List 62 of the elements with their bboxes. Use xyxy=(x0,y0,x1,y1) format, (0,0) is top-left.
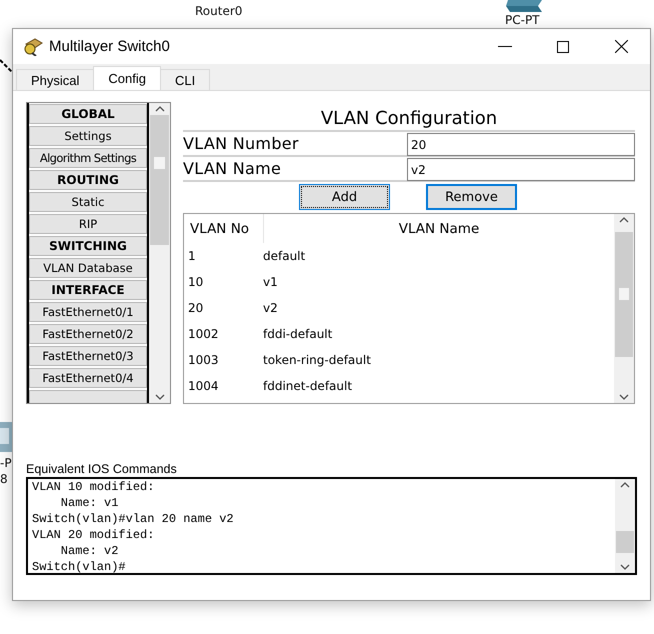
scrollbar-thumb[interactable] xyxy=(150,115,169,245)
table-cell-text: fddi-default xyxy=(263,327,334,341)
sidebar-item[interactable]: FastEthernet0/4 xyxy=(29,368,147,388)
table-cell-text: 20 xyxy=(187,301,204,315)
output-line: Switch(vlan)#vlan 20 name v2 xyxy=(32,511,235,527)
action-button[interactable]: Add xyxy=(299,184,390,210)
table-cell-text: 1 xyxy=(187,249,197,263)
device-label: 8 xyxy=(0,472,8,486)
window-title: Multilayer Switch0 xyxy=(49,38,171,55)
device-label: PC-PT xyxy=(505,13,540,27)
sidebar-item[interactable]: Algorithm Settings xyxy=(29,148,147,168)
column-header[interactable]: VLAN Name xyxy=(264,214,614,243)
tab[interactable]: CLI xyxy=(160,69,210,90)
table-cell-text: token-ring-default xyxy=(263,353,372,367)
input-field[interactable]: 20 xyxy=(407,133,635,156)
action-button[interactable]: Remove xyxy=(426,184,517,210)
scroll-up-icon[interactable] xyxy=(620,482,630,488)
output-line: VLAN 10 modified: xyxy=(32,479,156,495)
output-line: Name: v2 xyxy=(60,543,120,559)
output-line: VLAN 20 modified: xyxy=(32,527,156,543)
field-label: VLAN Name xyxy=(183,158,282,180)
table-cell-text: v2 xyxy=(263,301,279,315)
table-cell-text: fddinet-default xyxy=(263,379,354,393)
field-label: VLAN Number xyxy=(183,133,300,155)
column-header[interactable]: VLAN No xyxy=(184,214,264,243)
device-label: -P xyxy=(0,456,12,470)
sidebar-item[interactable]: FastEthernet0/1 xyxy=(29,302,147,322)
table-cell-text: 10 xyxy=(187,275,204,289)
section-header: INTERFACE xyxy=(29,280,147,300)
maximize-icon[interactable] xyxy=(557,40,569,52)
scroll-down-icon[interactable] xyxy=(154,394,164,400)
input-field[interactable]: v2 xyxy=(407,158,635,181)
table-cell-text: default xyxy=(263,249,306,263)
table-cell-text: v1 xyxy=(263,275,279,289)
panel-title: VLAN Configuration xyxy=(320,108,498,129)
scroll-down-icon[interactable] xyxy=(619,394,629,400)
cable-line xyxy=(0,58,12,74)
minimize-icon[interactable] xyxy=(498,46,512,48)
section-header: GLOBAL xyxy=(29,104,147,124)
section-label: Equivalent IOS Commands xyxy=(26,462,178,477)
scroll-up-icon[interactable] xyxy=(619,217,629,223)
sidebar-item[interactable]: FastEthernet0/2 xyxy=(29,324,147,344)
scroll-up-icon[interactable] xyxy=(154,106,164,112)
table-cell-text: 1002 xyxy=(187,327,220,341)
table-cell-text: 1004 xyxy=(187,379,220,393)
tab[interactable]: Physical xyxy=(16,69,94,90)
scroll-down-icon[interactable] xyxy=(620,564,630,570)
output-line: Switch(vlan)# xyxy=(32,559,127,575)
sidebar-item[interactable]: Static xyxy=(29,192,147,212)
sidebar-item[interactable]: VLAN Database xyxy=(29,258,147,278)
sidebar-item[interactable]: RIP xyxy=(29,214,147,234)
section-header: SWITCHING xyxy=(29,236,147,256)
section-header: ROUTING xyxy=(29,170,147,190)
close-icon[interactable] xyxy=(614,40,628,53)
sidebar-item[interactable]: FastEthernet0/3 xyxy=(29,346,147,366)
device-label: Router0 xyxy=(195,4,242,18)
table-cell-text: 1003 xyxy=(187,353,220,367)
scrollbar-thumb[interactable] xyxy=(616,531,634,553)
output-line: Name: v1 xyxy=(60,495,120,511)
tab[interactable]: Config xyxy=(93,66,161,90)
sidebar-item[interactable]: Settings xyxy=(29,126,147,146)
scrollbar-thumb[interactable] xyxy=(615,232,633,357)
